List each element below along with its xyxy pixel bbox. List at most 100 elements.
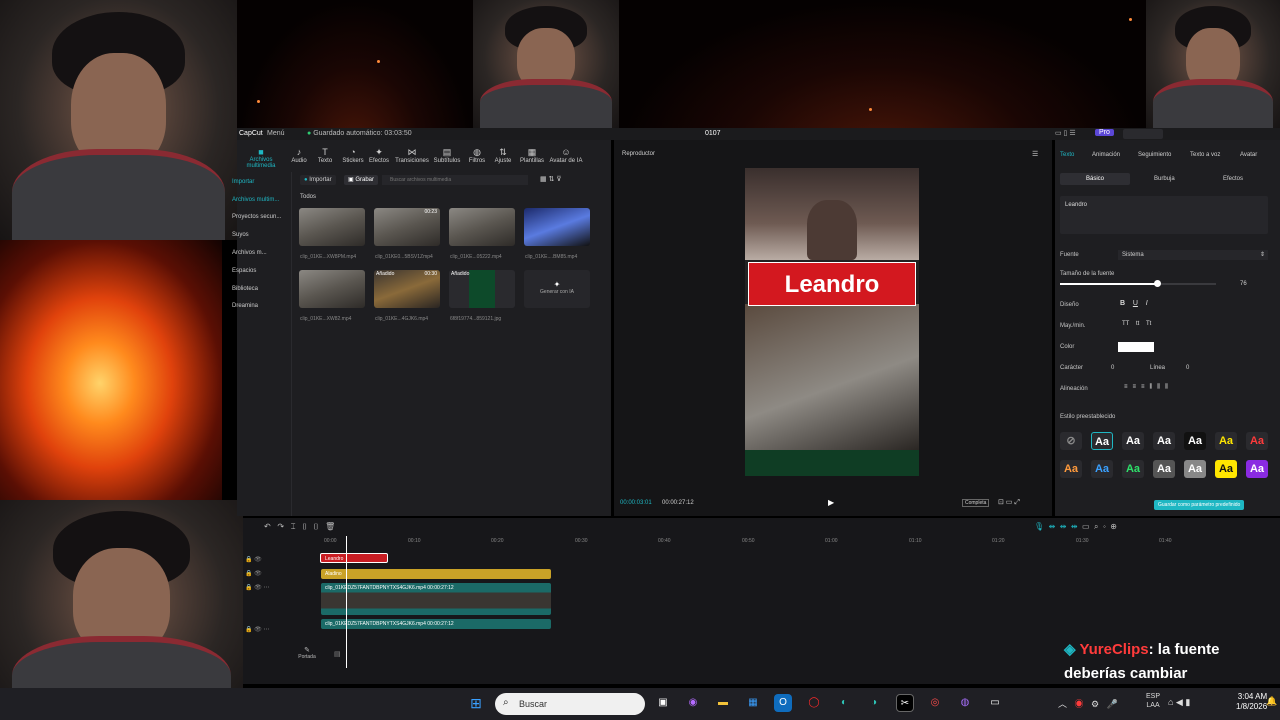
- media-thumb-5[interactable]: [299, 270, 365, 308]
- preset-item[interactable]: Aa: [1246, 432, 1268, 450]
- text-clip[interactable]: Leandro: [320, 553, 388, 563]
- app-icon[interactable]: ▭: [986, 694, 1004, 712]
- file-explorer-icon[interactable]: ▬: [714, 694, 732, 712]
- preset-none[interactable]: ⊘: [1060, 432, 1082, 450]
- tab-tts[interactable]: Texto a voz: [1190, 152, 1220, 158]
- network-volume-icons[interactable]: ⌂ ◀ ▮: [1168, 697, 1190, 708]
- nav-secondary-projects[interactable]: Proyectos secun...: [232, 214, 281, 220]
- save-preset-button[interactable]: Guardar como parámetro predefinido: [1154, 500, 1245, 510]
- timeline-tools[interactable]: ↶ ↷ ⌶ ⌷ ⌷ 🗑: [264, 522, 335, 532]
- font-size-slider[interactable]: [1060, 280, 1216, 287]
- project-title[interactable]: 0107: [705, 130, 721, 137]
- alignment-buttons[interactable]: ≡ ≡ ≡ ⫼ ⫼ ⫼: [1124, 384, 1168, 391]
- title-overlay[interactable]: Leandro: [748, 262, 916, 306]
- tab-animation[interactable]: Animación: [1092, 152, 1120, 158]
- font-size-value[interactable]: 76: [1240, 281, 1247, 287]
- preset-item[interactable]: Aa: [1153, 460, 1175, 478]
- tool-text[interactable]: T Texto: [310, 147, 340, 164]
- import-button[interactable]: ● Importar: [300, 175, 336, 185]
- layout-icon[interactable]: ▭ ▯ ☰: [1055, 129, 1076, 137]
- nav-library[interactable]: Biblioteca: [232, 286, 258, 292]
- view-options-icon[interactable]: ▦ ⇅ ⊽: [540, 175, 562, 183]
- font-size-slider-knob[interactable]: [1153, 280, 1161, 287]
- subtab-bubble[interactable]: Burbuja: [1154, 176, 1175, 182]
- preset-item[interactable]: Aa: [1122, 432, 1144, 450]
- media-thumb-6[interactable]: Añadido 00:30: [374, 270, 440, 308]
- nav-dreamina[interactable]: Dreamina: [232, 303, 258, 309]
- preset-item[interactable]: Aa: [1091, 460, 1113, 478]
- tab-text[interactable]: Texto: [1060, 152, 1074, 158]
- copilot-icon[interactable]: ◉: [684, 694, 702, 712]
- language-indicator[interactable]: ESP LAA: [1146, 692, 1160, 710]
- tray-icons[interactable]: ︿ ◉ ⚙ 🎤: [1058, 697, 1118, 710]
- media-search-input[interactable]: [382, 175, 528, 185]
- task-view-icon[interactable]: ▣: [654, 694, 672, 712]
- nav-files[interactable]: Archivos m...: [232, 250, 267, 256]
- store-icon[interactable]: ▦: [744, 694, 762, 712]
- notification-bell-icon[interactable]: 🔔: [1266, 696, 1277, 707]
- preset-item[interactable]: Aa: [1215, 460, 1237, 478]
- preset-item[interactable]: Aa: [1184, 460, 1206, 478]
- capcut-icon[interactable]: ✂: [896, 694, 914, 712]
- tool-templates[interactable]: ▦ Plantillas: [516, 147, 548, 164]
- preset-item[interactable]: Aa: [1153, 432, 1175, 450]
- media-thumb-3[interactable]: [449, 208, 515, 246]
- color-swatch[interactable]: [1118, 342, 1154, 352]
- tool-ai-avatar[interactable]: ☺ Avatar de IA: [548, 147, 584, 164]
- font-select[interactable]: Sistema ⇕: [1118, 250, 1268, 260]
- export-button[interactable]: [1123, 129, 1163, 139]
- track-controls[interactable]: 🔒 👁 🔒 👁 🔒 👁 ⋯ 🔒 👁 ⋯: [245, 553, 269, 637]
- preset-item[interactable]: Aa: [1246, 460, 1268, 478]
- edge-dev-icon[interactable]: ◑: [865, 694, 883, 712]
- tool-transitions[interactable]: ⋈ Transiciones: [395, 147, 429, 164]
- preset-item[interactable]: Aa: [1122, 460, 1144, 478]
- video-clip-secondary[interactable]: clip_01KEDZ57FANTDBPNYTXS4GJK6.mp4 00:00…: [321, 619, 551, 629]
- line-spacing-value[interactable]: 0: [1186, 365, 1189, 371]
- preset-item[interactable]: Aa: [1215, 432, 1237, 450]
- case-buttons[interactable]: TT tt Tt: [1122, 321, 1151, 327]
- tool-adjust[interactable]: ⇅ Ajuste: [488, 147, 518, 164]
- cover-button[interactable]: ✎ Portada: [296, 646, 318, 660]
- ratio-button[interactable]: Completa: [962, 499, 990, 507]
- sticker-clip[interactable]: Aladino: [321, 569, 551, 579]
- media-thumb-1[interactable]: [299, 208, 365, 246]
- record-button[interactable]: ▣ Grabar: [344, 175, 379, 185]
- playhead[interactable]: [346, 536, 347, 668]
- play-icon[interactable]: ▶: [828, 498, 834, 507]
- char-spacing-value[interactable]: 0: [1111, 365, 1114, 371]
- taskbar-search[interactable]: ⌕ Buscar: [495, 693, 645, 715]
- tool-effects[interactable]: ✦ Efectos: [364, 147, 394, 164]
- outlook-icon[interactable]: O: [774, 694, 792, 712]
- media-thumb-7[interactable]: Añadido: [449, 270, 515, 308]
- menu-button[interactable]: Menú: [267, 130, 285, 137]
- style-buttons[interactable]: B U I: [1120, 300, 1148, 307]
- player-preview[interactable]: Leandro: [745, 168, 919, 476]
- opera-icon[interactable]: ◯: [805, 694, 823, 712]
- video-clip-main[interactable]: clip_01KEDZ57FANTDBPNYTXS4GJK6.mp4 00:00…: [321, 583, 551, 615]
- tool-media[interactable]: ■ Archivos multimedia: [237, 147, 285, 169]
- windows-start-icon[interactable]: ⊞: [467, 694, 485, 712]
- preset-item[interactable]: Aa: [1184, 432, 1206, 450]
- pro-badge[interactable]: Pro: [1095, 129, 1114, 136]
- preset-item[interactable]: Aa: [1060, 460, 1082, 478]
- chrome-icon[interactable]: ◎: [926, 694, 944, 712]
- edge-icon[interactable]: ◐: [835, 694, 853, 712]
- media-thumb-4[interactable]: [524, 208, 590, 246]
- nav-yours[interactable]: Suyos: [232, 232, 249, 238]
- text-content-field[interactable]: Leandro: [1060, 196, 1268, 234]
- tab-tracking[interactable]: Seguimiento: [1138, 152, 1171, 158]
- media-thumb-2[interactable]: 00:23: [374, 208, 440, 246]
- subtab-basic[interactable]: Básico: [1060, 173, 1130, 185]
- fullscreen-icon[interactable]: ⊡ ▭ ⤢: [998, 498, 1020, 507]
- all-filter[interactable]: Todos: [300, 194, 316, 200]
- generate-ai-tile[interactable]: ✦ Generar con IA: [524, 270, 590, 308]
- clock[interactable]: 3:04 AM 1/8/2026: [1236, 692, 1267, 712]
- player-menu-icon[interactable]: ☰: [1032, 150, 1038, 158]
- nav-spaces[interactable]: Espacios: [232, 268, 256, 274]
- preset-item[interactable]: Aa: [1091, 432, 1113, 450]
- timeline-right-tools[interactable]: 🎙 ⇹ ⇹ ⇹ ▭ ⌕ ◦ ⊕: [1034, 522, 1117, 532]
- subtab-effects[interactable]: Efectos: [1223, 176, 1243, 182]
- nav-media-files[interactable]: Archivos multim...: [232, 197, 279, 203]
- tool-subtitles[interactable]: ▤ Subtítulos: [431, 147, 463, 164]
- twitch-icon[interactable]: ◍: [956, 694, 974, 712]
